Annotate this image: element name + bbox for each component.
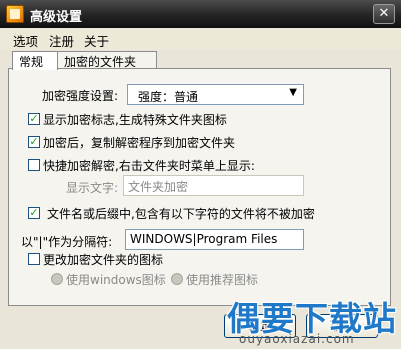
show-text-label: 显示文字: <box>66 181 119 195</box>
show-flag-checkbox[interactable]: ✓ <box>28 113 40 125</box>
change-icon-checkbox[interactable] <box>28 253 40 265</box>
copy-decrypt-checkbox[interactable]: ✓ <box>28 136 40 148</box>
radio-windows-icon[interactable] <box>51 273 63 285</box>
skip-names-checkbox[interactable]: ✓ <box>28 207 40 219</box>
quick-decrypt-label: 快捷加密解密,右击文件夹时菜单上显示: <box>43 159 255 173</box>
ok-button[interactable]: 确定 <box>224 314 296 338</box>
quick-decrypt-checkbox[interactable] <box>28 159 40 171</box>
menu-options[interactable]: 选项 <box>13 31 38 50</box>
tab-general[interactable]: 常规 <box>12 51 58 70</box>
change-icon-label: 更改加密文件夹的图标 <box>43 253 164 267</box>
radio-recommended-icon[interactable] <box>171 273 183 285</box>
separator-label: 以"|"作为分隔符: <box>21 235 113 249</box>
close-button[interactable]: ✕ <box>373 4 395 24</box>
skip-names-label: 文件名或后缀中,包含有以下字符的文件将不被加密 <box>47 207 315 221</box>
strength-label: 加密强度设置: <box>42 89 119 103</box>
radio-windows-label: 使用windows图标 <box>66 273 166 287</box>
separator-input[interactable]: WINDOWS|Program Files <box>125 229 304 250</box>
strength-select[interactable]: 强度：普通 ▼ <box>127 84 304 105</box>
tab-encrypted-folders[interactable]: 加密的文件夹 <box>57 51 157 69</box>
window-title: 高级设置 <box>30 10 83 25</box>
menu-about[interactable]: 关于 <box>84 31 109 50</box>
app-icon <box>6 5 24 23</box>
title-bar: 高级设置 ✕ <box>0 0 401 28</box>
menu-register[interactable]: 注册 <box>49 31 74 50</box>
strength-value: 强度：普通 <box>138 90 199 104</box>
copy-decrypt-label: 加密后，复制解密程序到加密文件夹 <box>43 136 236 150</box>
dropdown-arrow-icon: ▼ <box>289 87 297 98</box>
show-text-input[interactable]: 文件夹加密 <box>123 175 304 196</box>
show-flag-label: 显示加密标志,生成特殊文件夹图标 <box>43 113 227 127</box>
cancel-button[interactable]: 取消 <box>306 314 378 338</box>
menu-bar: 选项 注册 关于 <box>0 28 401 50</box>
radio-recommended-label: 使用推荐图标 <box>186 273 259 287</box>
